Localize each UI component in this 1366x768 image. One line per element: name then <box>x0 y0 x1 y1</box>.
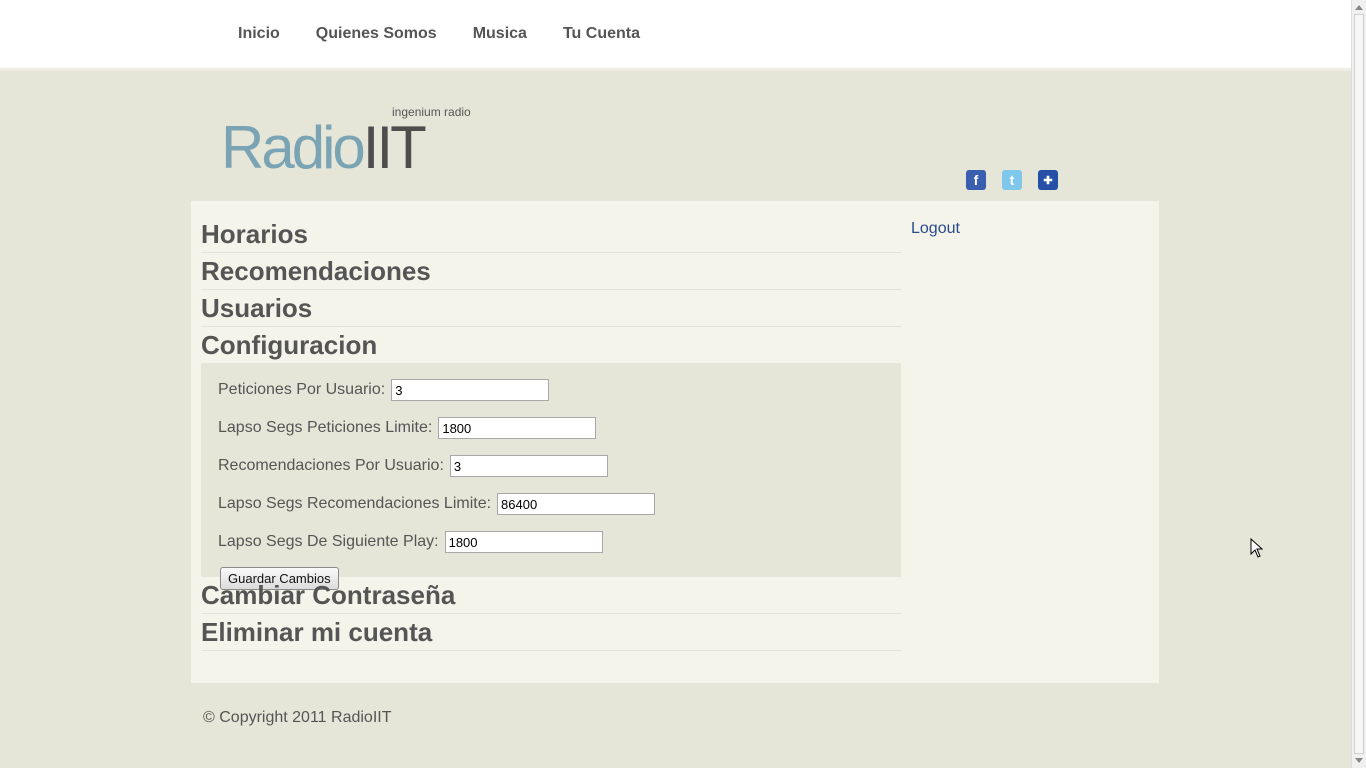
scroll-down-icon[interactable] <box>1355 758 1363 763</box>
accordion-configuracion[interactable]: Configuracion <box>201 327 901 363</box>
accordion-usuarios[interactable]: Usuarios <box>201 290 901 327</box>
field-row-recomendaciones: Recomendaciones Por Usuario: <box>218 447 884 485</box>
field-row-siguiente-play: Lapso Segs De Siguiente Play: <box>218 523 884 561</box>
lapso-recomendaciones-label: Lapso Segs Recomendaciones Limite: <box>218 495 492 512</box>
facebook-icon[interactable]: f <box>966 170 986 190</box>
peticiones-label: Peticiones Por Usuario: <box>218 381 386 398</box>
mouse-cursor-icon <box>1250 538 1264 558</box>
accordion-recomendaciones[interactable]: Recomendaciones <box>201 253 901 290</box>
nav-item-tu-cuenta[interactable]: Tu Cuenta <box>563 25 640 43</box>
accordion-cambiar-contrasena[interactable]: Cambiar Contraseña <box>201 577 901 614</box>
configuracion-form: Peticiones Por Usuario: Lapso Segs Petic… <box>201 363 901 590</box>
logo-iit-text: IIT <box>362 114 427 181</box>
siguiente-play-input[interactable] <box>444 531 603 553</box>
logo-radio-text: Radio <box>221 114 366 181</box>
field-row-peticiones: Peticiones Por Usuario: <box>218 371 884 409</box>
scrollbar-thumb[interactable] <box>1354 14 1364 754</box>
main-panel: Horarios Recomendaciones Usuarios Config… <box>191 201 1159 683</box>
top-navigation-bar: Inicio Quienes Somos Musica Tu Cuenta <box>0 0 1351 71</box>
site-logo[interactable]: RadioIIT <box>221 114 427 181</box>
nav-item-musica[interactable]: Musica <box>473 25 527 43</box>
myspace-icon[interactable]: ✚ <box>1038 170 1058 190</box>
nav-item-inicio[interactable]: Inicio <box>238 25 280 43</box>
lapso-peticiones-label: Lapso Segs Peticiones Limite: <box>218 419 433 436</box>
scroll-up-icon[interactable] <box>1355 5 1363 10</box>
field-row-lapso-recomendaciones: Lapso Segs Recomendaciones Limite: <box>218 485 884 523</box>
vertical-scrollbar[interactable] <box>1351 0 1366 768</box>
field-row-lapso-peticiones: Lapso Segs Peticiones Limite: <box>218 409 884 447</box>
accordion-horarios[interactable]: Horarios <box>201 216 901 253</box>
recomendaciones-label: Recomendaciones Por Usuario: <box>218 457 444 474</box>
accordion-eliminar-cuenta[interactable]: Eliminar mi cuenta <box>201 614 901 651</box>
siguiente-play-label: Lapso Segs De Siguiente Play: <box>218 533 439 550</box>
recomendaciones-input[interactable] <box>449 455 608 477</box>
twitter-icon[interactable]: t <box>1002 170 1022 190</box>
footer-copyright: © Copyright 2011 RadioIIT <box>203 709 392 726</box>
nav-item-quienes-somos[interactable]: Quienes Somos <box>316 25 437 43</box>
main-nav: Inicio Quienes Somos Musica Tu Cuenta <box>238 25 676 43</box>
settings-accordion: Horarios Recomendaciones Usuarios Config… <box>201 216 901 651</box>
peticiones-input[interactable] <box>391 379 550 401</box>
logout-link[interactable]: Logout <box>911 220 960 238</box>
lapso-peticiones-input[interactable] <box>438 417 597 439</box>
social-links: f t ✚ <box>966 170 1058 190</box>
lapso-recomendaciones-input[interactable] <box>497 493 656 515</box>
